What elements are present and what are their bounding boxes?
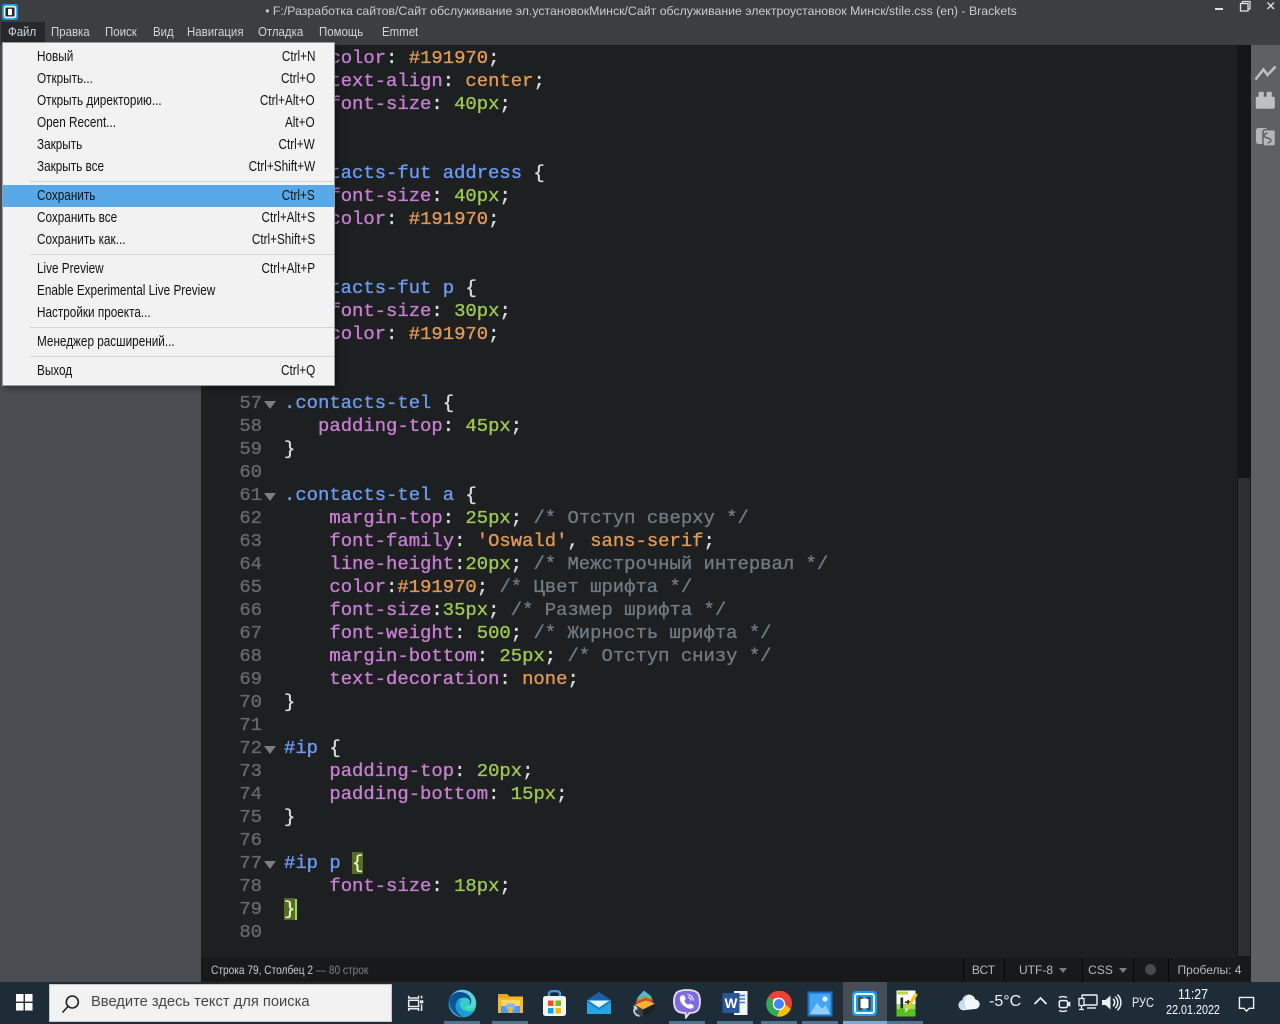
svg-text:W: W [725, 996, 738, 1011]
